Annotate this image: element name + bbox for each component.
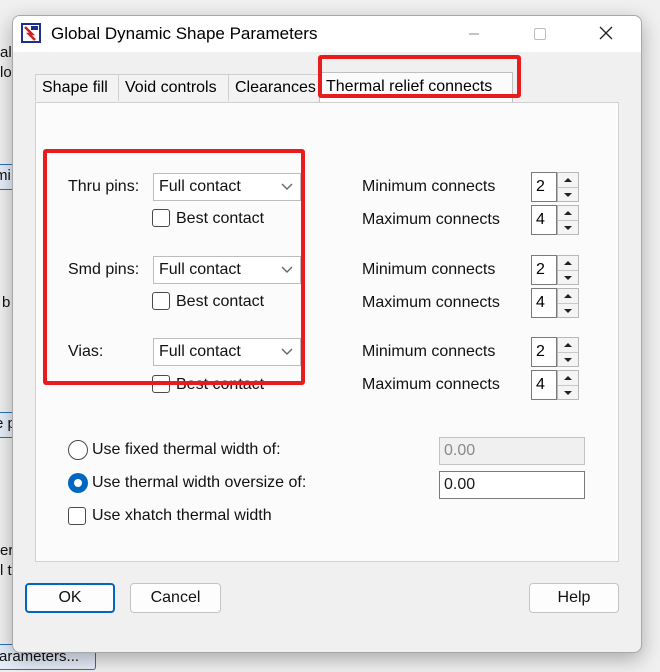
spin-up-icon[interactable] [558,173,578,187]
spin-down-icon[interactable] [558,187,578,202]
vias-max-label: Maximum connects [362,376,500,393]
thermal-width-oversize-input[interactable]: 0.00 [439,471,585,499]
background-fragment: lo [0,64,12,81]
connect-type-highlight-box [43,149,305,385]
spin-up-icon[interactable] [558,338,578,352]
thermal-width-oversize-label: Use thermal width oversize of: [92,474,307,491]
cancel-button[interactable]: Cancel [130,583,221,613]
smd-pins-max-label: Maximum connects [362,294,500,311]
spin-down-icon[interactable] [558,270,578,285]
background-fragment: l t [0,562,12,579]
smd-pins-max-value: 4 [536,294,545,311]
smd-pins-min-value: 2 [536,261,545,278]
vias-min-value: 2 [536,343,545,360]
thermal-width-oversize-radio[interactable] [68,473,88,493]
app-icon [21,23,41,43]
vias-max-spinner[interactable]: 4 [531,370,579,400]
tab-clearances[interactable]: Clearances [228,74,320,101]
maximize-icon [534,28,546,40]
minimize-icon [469,33,479,35]
spin-up-icon[interactable] [558,206,578,220]
thru-pins-min-value: 2 [536,178,545,195]
spin-down-icon[interactable] [558,352,578,367]
maximize-button[interactable] [517,16,563,52]
thermal-width-oversize-value: 0.00 [444,476,476,493]
thru-pins-min-spinner[interactable]: 2 [531,172,579,202]
smd-pins-min-label: Minimum connects [362,261,496,278]
background-fragment: mi [0,167,11,184]
tab-shape-fill[interactable]: Shape fill [35,74,123,101]
dialog-title: Global Dynamic Shape Parameters [51,24,318,43]
xhatch-thermal-width-label: Use xhatch thermal width [92,507,272,524]
tab-void-controls[interactable]: Void controls [118,74,230,101]
close-icon [599,26,613,40]
fixed-thermal-width-input[interactable]: 0.00 [439,437,585,465]
spin-up-icon[interactable] [558,289,578,303]
thru-pins-max-value: 4 [536,211,545,228]
spin-down-icon[interactable] [558,220,578,235]
vias-min-spinner[interactable]: 2 [531,337,579,367]
vias-max-value: 4 [536,376,545,393]
title-bar: Global Dynamic Shape Parameters [13,16,641,52]
minimize-button[interactable] [451,16,497,52]
fixed-thermal-width-radio[interactable] [68,440,88,460]
smd-pins-min-spinner[interactable]: 2 [531,255,579,285]
thru-pins-max-label: Maximum connects [362,211,500,228]
spin-up-icon[interactable] [558,256,578,270]
fixed-thermal-width-value: 0.00 [444,442,476,459]
spin-up-icon[interactable] [558,371,578,385]
xhatch-thermal-width-checkbox[interactable] [68,507,86,525]
fixed-thermal-width-label: Use fixed thermal width of: [92,441,281,458]
help-button[interactable]: Help [529,583,619,613]
close-button[interactable] [583,16,629,52]
thru-pins-min-label: Minimum connects [362,178,496,195]
spin-down-icon[interactable] [558,303,578,318]
vias-min-label: Minimum connects [362,343,496,360]
ok-button[interactable]: OK [25,583,115,613]
background-fragment: b [2,294,11,311]
spin-down-icon[interactable] [558,385,578,400]
global-dynamic-shape-parameters-dialog: Global Dynamic Shape Parameters Shape fi… [12,15,642,653]
smd-pins-max-spinner[interactable]: 4 [531,288,579,318]
tab-highlight-box [318,55,521,98]
thru-pins-max-spinner[interactable]: 4 [531,205,579,235]
